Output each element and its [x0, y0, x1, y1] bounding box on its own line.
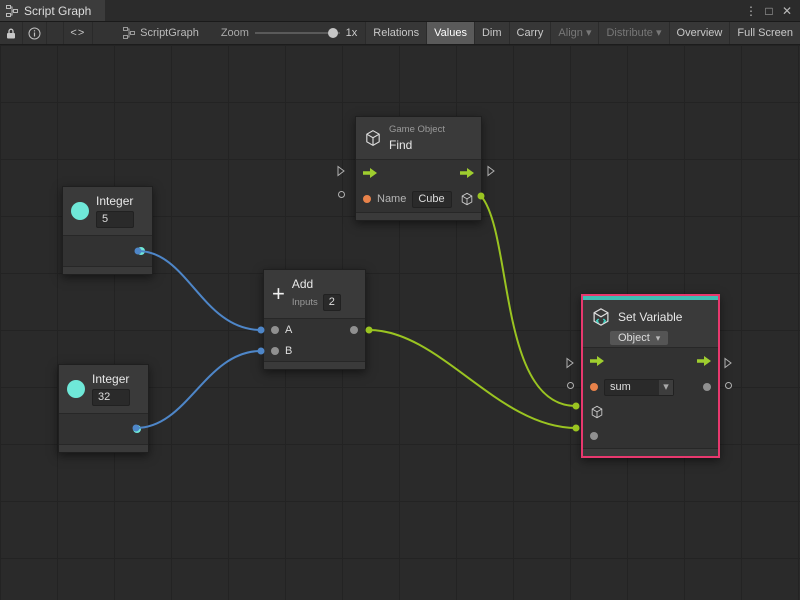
graph-canvas[interactable]: Integer 5 Integer 32 +	[0, 45, 800, 600]
wire-endpoint	[573, 403, 580, 410]
gameobject-output-port[interactable]	[460, 192, 474, 206]
integer-type-icon	[67, 380, 85, 398]
node-title: Set Variable	[618, 310, 682, 324]
carry-button[interactable]: Carry	[509, 22, 551, 44]
node-title: Add	[292, 277, 341, 291]
zoom-label: Zoom	[221, 22, 249, 44]
graph-breadcrumb[interactable]: ScriptGraph	[113, 22, 209, 44]
maximize-button[interactable]: □	[760, 0, 778, 22]
variable-name-port[interactable]	[590, 383, 598, 391]
scope-dropdown[interactable]: Object ▾	[583, 329, 718, 347]
wire-endpoint	[573, 425, 580, 432]
name-label: Name	[377, 193, 406, 205]
zoom-slider[interactable]	[255, 22, 340, 44]
setvar-flow-out-connector[interactable]	[724, 357, 732, 369]
info-icon	[28, 27, 41, 40]
zoom-slider-handle[interactable]	[328, 28, 338, 38]
tab-title: Script Graph	[24, 4, 91, 18]
add-input-b-port[interactable]	[271, 347, 279, 355]
inputs-label: Inputs	[292, 297, 318, 308]
name-input-port[interactable]	[363, 195, 371, 203]
chevron-down-icon: ▾	[659, 380, 673, 395]
setvar-output-connector[interactable]	[725, 382, 732, 389]
wire-endpoint	[366, 327, 373, 334]
script-graph-icon	[6, 5, 18, 17]
node-footer	[63, 266, 152, 274]
wire-add-to-setvariable-value[interactable]	[369, 330, 576, 428]
node-title: Integer	[96, 194, 134, 208]
zoom-slider-track	[255, 32, 340, 34]
align-button[interactable]: Align ▾	[550, 22, 598, 44]
flow-out-port[interactable]	[697, 356, 711, 366]
wire-integer5-to-add-a[interactable]	[138, 251, 261, 330]
flow-in-port[interactable]	[590, 356, 604, 366]
overview-button[interactable]: Overview	[669, 22, 730, 44]
wire-find-to-setvariable-object[interactable]	[481, 196, 576, 406]
node-title: Integer	[92, 372, 130, 386]
kebab-menu-button[interactable]: ⋮	[742, 0, 760, 22]
info-button[interactable]	[23, 22, 46, 44]
integer-value-field[interactable]: 32	[92, 389, 130, 406]
variable-output-port[interactable]	[703, 383, 711, 391]
node-footer	[59, 444, 148, 452]
add-icon: +	[272, 284, 285, 304]
find-flow-in-connector[interactable]	[337, 165, 345, 177]
close-button[interactable]: ✕	[778, 0, 796, 22]
lock-icon	[6, 28, 16, 39]
wire-integer32-to-add-b[interactable]	[136, 351, 261, 428]
graph-asset-icon	[123, 27, 135, 39]
set-variable-icon	[591, 307, 611, 327]
node-integer-32[interactable]: Integer 32	[58, 364, 149, 453]
flow-out-port[interactable]	[460, 168, 474, 178]
graph-name-label: ScriptGraph	[140, 27, 199, 39]
node-set-variable[interactable]: Set Variable Object ▾ sum ▾	[581, 294, 720, 458]
graph-toolbar: <> ScriptGraph Zoom 1x Relations Values …	[0, 22, 800, 45]
node-integer-5[interactable]: Integer 5	[62, 186, 153, 275]
node-footer	[264, 361, 365, 369]
code-icon: <>	[70, 27, 85, 39]
flow-in-port[interactable]	[363, 168, 377, 178]
zoom-value: 1x	[346, 22, 358, 44]
node-category: Game Object	[389, 124, 445, 135]
distribute-button[interactable]: Distribute ▾	[598, 22, 668, 44]
fullscreen-button[interactable]: Full Screen	[729, 22, 800, 44]
find-flow-out-connector[interactable]	[487, 165, 495, 177]
relations-button[interactable]: Relations	[365, 22, 426, 44]
variable-name-value: sum	[605, 381, 659, 393]
scope-value: Object	[618, 332, 650, 344]
node-footer	[356, 212, 481, 220]
setvar-flow-in-connector[interactable]	[566, 357, 574, 369]
node-footer	[583, 448, 718, 456]
find-value-connector[interactable]	[338, 191, 345, 198]
object-input-port[interactable]	[590, 405, 604, 419]
integer-value-field[interactable]: 5	[96, 211, 134, 228]
add-result-port[interactable]	[350, 326, 358, 334]
integer-type-icon	[71, 202, 89, 220]
value-input-port[interactable]	[590, 432, 598, 440]
port-label-b: B	[285, 345, 292, 357]
node-title: Find	[389, 138, 445, 152]
name-value-field[interactable]: Cube	[412, 191, 452, 208]
variable-name-dropdown[interactable]: sum ▾	[604, 379, 674, 396]
toolbar-button-group: Relations Values Dim Carry Align ▾ Distr…	[365, 22, 800, 44]
lock-button[interactable]	[0, 22, 23, 44]
node-add[interactable]: + Add Inputs 2 A B	[263, 269, 366, 370]
add-input-a-port[interactable]	[271, 326, 279, 334]
integer-output-port[interactable]	[133, 425, 141, 433]
code-view-button[interactable]: <>	[63, 22, 94, 44]
setvar-value-connector[interactable]	[567, 382, 574, 389]
tab-script-graph[interactable]: Script Graph	[0, 0, 105, 21]
integer-output-port[interactable]	[137, 247, 145, 255]
values-button[interactable]: Values	[426, 22, 474, 44]
window-controls: ⋮ □ ✕	[742, 0, 800, 21]
window-titlebar: Script Graph ⋮ □ ✕	[0, 0, 800, 22]
port-label-a: A	[285, 324, 292, 336]
gameobject-cube-icon	[364, 129, 382, 147]
inputs-count-field[interactable]: 2	[323, 294, 341, 311]
node-gameobject-find[interactable]: Game Object Find Name Cube	[355, 116, 482, 221]
chevron-down-icon: ▾	[656, 333, 661, 344]
dim-button[interactable]: Dim	[474, 22, 509, 44]
